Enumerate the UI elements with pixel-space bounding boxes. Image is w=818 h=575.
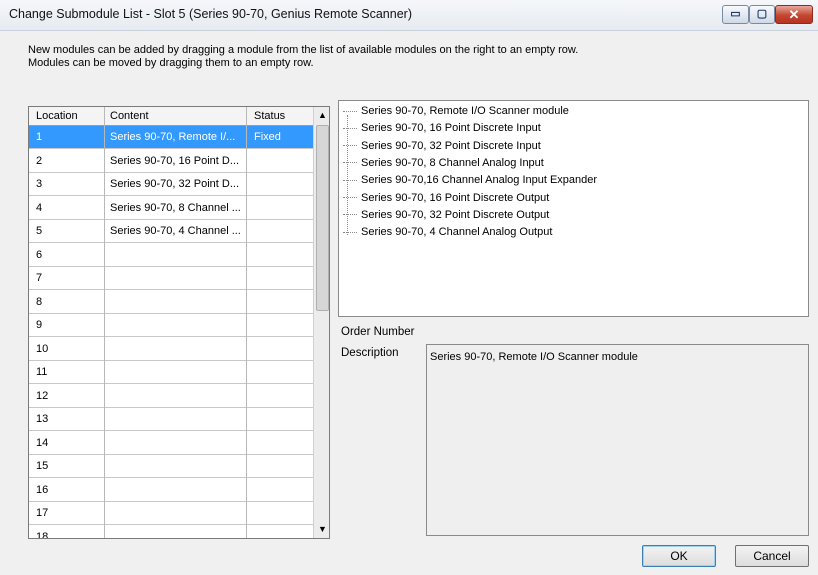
tree-item[interactable]: Series 90-70, 32 Point Discrete Input — [343, 140, 541, 152]
tree-item[interactable]: Series 90-70, Remote I/O Scanner module — [343, 105, 569, 117]
grid-scrollbar[interactable]: ▲ ▼ — [313, 107, 329, 538]
cell-content: Series 90-70, 8 Channel ... — [110, 201, 241, 214]
submodule-grid[interactable]: Location Content Status 1 Series 90-70, R… — [28, 106, 330, 539]
table-row[interactable]: 3 Series 90-70, 32 Point D... — [29, 173, 313, 196]
tree-item-label: Series 90-70, 4 Channel Analog Output — [361, 226, 553, 239]
description-text: Series 90-70, Remote I/O Scanner module — [430, 351, 638, 363]
table-row[interactable]: 14 — [29, 432, 313, 455]
cell-location: 10 — [36, 342, 49, 355]
table-row[interactable]: 10 — [29, 338, 313, 361]
tree-item[interactable]: Series 90-70, 4 Channel Analog Output — [343, 226, 552, 238]
instruction-line-2: Modules can be moved by dragging them to… — [28, 57, 314, 69]
minimize-button[interactable]: ▭ — [722, 5, 749, 24]
tree-item[interactable]: Series 90-70, 16 Point Discrete Input — [343, 122, 541, 134]
cell-location: 2 — [36, 154, 43, 167]
cell-content: Series 90-70, 32 Point D... — [110, 178, 240, 190]
ok-button[interactable]: OK — [642, 545, 716, 567]
table-row[interactable]: 12 — [29, 385, 313, 408]
table-row[interactable]: 5 Series 90-70, 4 Channel ... — [29, 220, 313, 243]
cell-location: 8 — [36, 295, 43, 308]
cell-location: 14 — [36, 436, 49, 449]
tree-item-label: Series 90-70,16 Channel Analog Input Exp… — [361, 174, 598, 187]
cell-location: 5 — [36, 225, 43, 237]
cancel-button[interactable]: Cancel — [735, 545, 809, 567]
table-row[interactable]: 15 — [29, 455, 313, 478]
table-row[interactable]: 17 — [29, 502, 313, 525]
cell-location: 18 — [36, 530, 49, 539]
tree-item[interactable]: Series 90-70, 32 Point Discrete Output — [343, 209, 549, 221]
close-button[interactable]: ✕ — [775, 5, 813, 24]
description-label: Description — [341, 347, 399, 359]
tree-branch-icon — [343, 179, 357, 181]
maximize-button[interactable]: ▢ — [749, 5, 775, 24]
cell-location: 12 — [36, 389, 49, 402]
tree-item[interactable]: Series 90-70, 16 Point Discrete Output — [343, 192, 549, 204]
tree-item-label: Series 90-70, 16 Point Discrete Output — [361, 191, 550, 204]
cell-content: Series 90-70, 4 Channel ... — [110, 225, 241, 237]
scrollbar-thumb[interactable] — [316, 125, 329, 311]
tree-branch-icon — [343, 231, 357, 233]
table-row[interactable]: 9 — [29, 314, 313, 337]
instructions: New modules can be added by dragging a m… — [28, 44, 578, 70]
tree-branch-icon — [343, 127, 357, 129]
cell-location: 9 — [36, 319, 43, 331]
title-bar: Change Submodule List - Slot 5 (Series 9… — [0, 0, 818, 31]
cell-location: 16 — [36, 483, 49, 496]
cell-location: 13 — [36, 413, 49, 425]
column-divider — [104, 107, 105, 538]
close-icon: ✕ — [788, 7, 800, 22]
tree-item-label: Series 90-70, 32 Point Discrete Input — [361, 139, 541, 152]
table-row[interactable]: 18 — [29, 526, 313, 539]
maximize-icon: ▢ — [756, 8, 768, 20]
grid-header: Location Content Status — [29, 107, 313, 126]
tree-branch-icon — [343, 214, 357, 216]
window-title: Change Submodule List - Slot 5 (Series 9… — [9, 7, 412, 21]
cell-status: Fixed — [254, 131, 281, 143]
cell-location: 6 — [36, 248, 43, 261]
tree-item-label: Series 90-70, Remote I/O Scanner module — [361, 105, 569, 117]
tree-item-label: Series 90-70, 16 Point Discrete Input — [361, 122, 541, 135]
table-row[interactable]: 11 — [29, 361, 313, 384]
table-row[interactable]: 13 — [29, 408, 313, 431]
table-row[interactable]: 6 — [29, 244, 313, 267]
tree-item-label: Series 90-70, 32 Point Discrete Output — [361, 208, 550, 221]
tree-branch-icon — [343, 162, 357, 164]
cell-location: 15 — [36, 460, 49, 472]
cell-location: 4 — [36, 201, 43, 214]
table-row[interactable]: 1 Series 90-70, Remote I/... Fixed — [29, 126, 313, 149]
table-row[interactable]: 4 Series 90-70, 8 Channel ... — [29, 197, 313, 220]
tree-item[interactable]: Series 90-70, 8 Channel Analog Input — [343, 157, 544, 169]
column-header-location[interactable]: Location — [36, 110, 78, 122]
scroll-up-icon[interactable]: ▲ — [314, 107, 329, 124]
minimize-icon: ▭ — [730, 8, 741, 20]
cell-content: Series 90-70, Remote I/... — [110, 131, 236, 143]
tree-branch-icon — [343, 197, 357, 199]
description-field[interactable]: Series 90-70, Remote I/O Scanner module — [426, 344, 809, 536]
cell-location: 3 — [36, 178, 43, 190]
column-header-status[interactable]: Status — [254, 110, 285, 122]
column-header-content[interactable]: Content — [110, 110, 149, 122]
cell-content: Series 90-70, 16 Point D... — [110, 154, 240, 167]
tree-branch-icon — [343, 110, 357, 112]
table-row[interactable]: 16 — [29, 479, 313, 502]
table-row[interactable]: 2 Series 90-70, 16 Point D... — [29, 150, 313, 173]
tree-item[interactable]: Series 90-70,16 Channel Analog Input Exp… — [343, 174, 597, 186]
table-row[interactable]: 8 — [29, 291, 313, 314]
cell-location: 17 — [36, 507, 49, 519]
cell-location: 1 — [36, 131, 43, 143]
column-divider — [246, 107, 247, 538]
cell-location: 7 — [36, 272, 43, 284]
order-number-label: Order Number — [341, 326, 415, 338]
scroll-down-icon[interactable]: ▼ — [314, 521, 329, 538]
tree-branch-icon — [343, 145, 357, 147]
instruction-line-1: New modules can be added by dragging a m… — [28, 44, 579, 56]
cell-location: 11 — [36, 366, 48, 378]
table-row[interactable]: 7 — [29, 267, 313, 290]
tree-item-label: Series 90-70, 8 Channel Analog Input — [361, 156, 544, 169]
available-modules-tree[interactable]: Series 90-70, Remote I/O Scanner module S… — [338, 100, 809, 317]
